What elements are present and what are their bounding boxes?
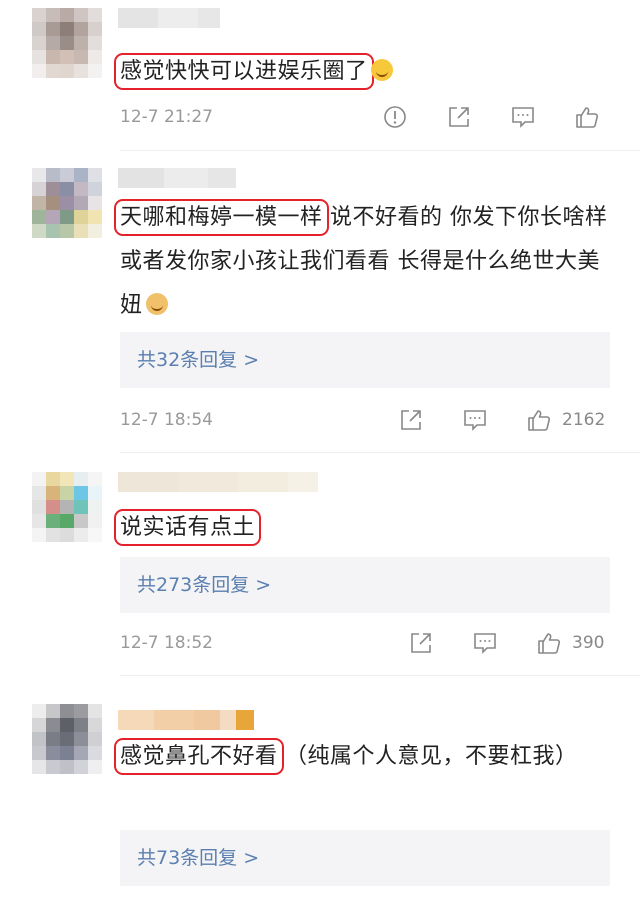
highlighted-text: 说实话有点土	[113, 509, 262, 546]
comment-text: 感觉快快可以进娱乐圈了	[114, 50, 620, 94]
comment-rest-text: （纯属个人意见，不要杠我）	[285, 744, 578, 769]
like-icon[interactable]	[526, 407, 552, 433]
share-icon[interactable]	[398, 407, 424, 433]
comment-icon[interactable]	[462, 407, 488, 433]
avatar[interactable]	[32, 704, 102, 774]
divider	[120, 150, 640, 151]
comment-meta: 12-7 18:52 390	[120, 628, 612, 658]
divider	[120, 452, 640, 453]
timestamp: 12-7 21:27	[120, 107, 213, 127]
username-blurred[interactable]	[118, 168, 236, 188]
comment-meta: 12-7 18:54 2162	[120, 405, 612, 435]
view-replies-button[interactable]: 共73条回复 >	[120, 830, 610, 886]
share-icon[interactable]	[408, 630, 434, 656]
comment-text: 天哪和梅婷一模一样 说不好看的 你发下你长啥样或者发你家小孩让我们看看 长得是什…	[114, 196, 620, 328]
highlighted-text: 天哪和梅婷一模一样	[114, 199, 329, 236]
highlighted-text: 感觉鼻孔不好看	[114, 738, 284, 775]
view-replies-button[interactable]: 共273条回复 >	[120, 557, 610, 613]
like-icon[interactable]	[574, 104, 600, 130]
highlighted-text: 感觉快快可以进娱乐圈了	[114, 53, 374, 90]
like-icon[interactable]	[536, 630, 562, 656]
username-blurred[interactable]	[118, 8, 220, 28]
timestamp: 12-7 18:52	[120, 633, 213, 653]
doge-emoji-icon	[145, 293, 168, 315]
comment-text: 说实话有点土	[113, 506, 620, 550]
username-blurred[interactable]	[118, 710, 254, 730]
view-replies-button[interactable]: 共32条回复 >	[120, 332, 610, 388]
report-icon[interactable]	[382, 104, 408, 130]
like-count: 390	[572, 633, 605, 653]
avatar[interactable]	[32, 472, 102, 542]
divider	[120, 675, 640, 676]
grin-emoji-icon	[370, 59, 393, 81]
comment-icon[interactable]	[510, 104, 536, 130]
comment-icon[interactable]	[472, 630, 498, 656]
timestamp: 12-7 18:54	[120, 410, 213, 430]
like-count: 2162	[562, 410, 606, 430]
avatar[interactable]	[32, 168, 102, 238]
username-blurred[interactable]	[118, 472, 318, 492]
avatar[interactable]	[32, 8, 102, 78]
comment-meta: 12-7 21:27	[120, 102, 612, 132]
comment-text: 感觉鼻孔不好看 （纯属个人意见，不要杠我）	[114, 735, 620, 779]
share-icon[interactable]	[446, 104, 472, 130]
